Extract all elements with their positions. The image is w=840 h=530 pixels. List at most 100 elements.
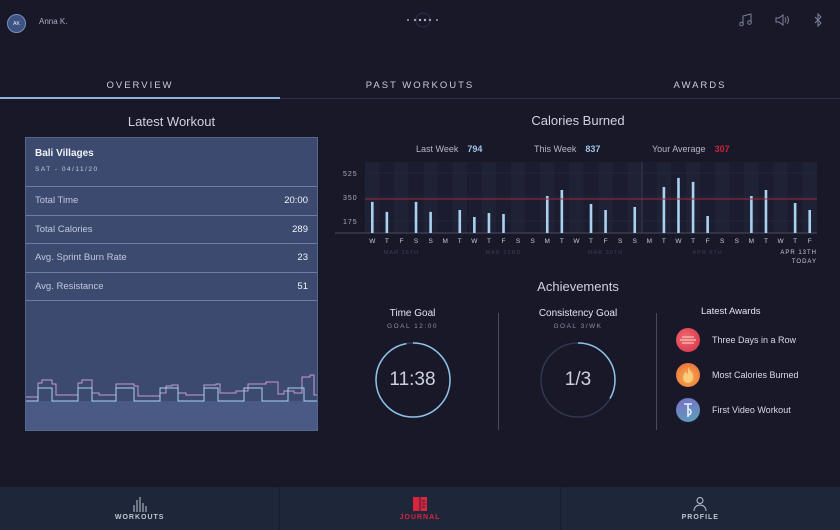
user-name: Anna K. — [39, 17, 68, 26]
chart-column-bg — [729, 162, 745, 233]
average-label: Your Average — [652, 144, 706, 154]
x-tick-label: F — [399, 238, 403, 245]
calorie-bar — [604, 209, 607, 233]
nav-label: PROFILE — [681, 514, 719, 521]
y-tick-label: 350 — [343, 195, 358, 202]
flame-award-icon — [676, 363, 700, 387]
calorie-bar — [429, 211, 432, 233]
calorie-bar — [662, 186, 666, 233]
stat-label: Total Calories — [35, 223, 93, 235]
calories-chart: 175 350 525 W T F S S M T W T F S S M T W T F S S M T W T F S S M T W T F… — [335, 162, 817, 265]
nav-label: JOURNAL — [399, 514, 441, 521]
x-tick-label: S — [735, 238, 740, 245]
calorie-bar — [502, 213, 505, 233]
nav-label: WORKOUTS — [114, 514, 165, 521]
last-week-stat: Last Week 794 — [416, 144, 482, 154]
bluetooth-icon[interactable] — [810, 12, 826, 28]
achievements-title: Achievements — [537, 279, 619, 294]
stat-row-resistance: Avg. Resistance 51 — [26, 273, 317, 301]
profile-icon — [693, 497, 707, 512]
average-value: 307 — [714, 144, 730, 154]
y-tick-label: 175 — [343, 219, 358, 226]
calorie-bar — [487, 212, 491, 233]
x-tick-label: T — [793, 238, 797, 245]
last-week-label: Last Week — [416, 144, 459, 154]
video-award-icon — [676, 398, 700, 422]
x-tick-label: W — [369, 238, 376, 245]
end-date-label: APR 13TH — [780, 250, 817, 256]
tab-past-workouts[interactable]: PAST WORKOUTS — [280, 72, 560, 98]
calorie-bar — [706, 216, 709, 233]
x-tick-label: F — [502, 238, 506, 245]
stat-value: 20:00 — [284, 195, 308, 207]
stat-row-total-time: Total Time 20:00 — [26, 187, 317, 216]
time-goal-value: 11:38 — [389, 369, 436, 390]
x-tick-label: M — [545, 238, 550, 245]
x-tick-label: S — [633, 238, 638, 245]
calorie-bar — [414, 201, 418, 233]
x-tick-label: T — [589, 238, 593, 245]
chart-column-bg — [642, 162, 657, 233]
nav-workouts[interactable]: WORKOUTS — [0, 487, 281, 530]
divider — [656, 313, 657, 430]
this-week-value: 837 — [585, 144, 601, 154]
calorie-bar — [808, 209, 812, 233]
top-bar: AK Anna K. — [0, 0, 840, 48]
tab-overview[interactable]: OVERVIEW — [0, 72, 280, 99]
x-tick-label: T — [458, 238, 462, 245]
chart-column-bg — [714, 162, 730, 233]
x-tick-label: M — [442, 238, 447, 245]
calorie-bar — [545, 195, 549, 233]
bottom-nav: WORKOUTS JOURNAL PROFILE — [0, 487, 840, 530]
x-tick-label: W — [573, 238, 580, 245]
calorie-bar — [793, 202, 797, 233]
award-label: Most Calories Burned — [712, 370, 799, 380]
x-tick-label: T — [662, 238, 666, 245]
consistency-goal[interactable]: Consistency Goal GOAL 3/WK 1/3 — [533, 308, 623, 420]
journal-icon — [412, 497, 427, 511]
x-tick-label: T — [385, 238, 389, 245]
stat-value: 51 — [297, 280, 308, 292]
music-icon[interactable] — [738, 12, 754, 28]
x-tick-label: F — [604, 238, 608, 245]
volume-icon[interactable] — [774, 12, 790, 28]
y-tick-label: 525 — [343, 171, 358, 178]
x-tick-label: S — [531, 238, 536, 245]
calories-burned-title: Calories Burned — [531, 113, 625, 128]
workouts-icon — [133, 497, 147, 512]
stat-row-total-calories: Total Calories 289 — [26, 216, 317, 244]
last-week-value: 794 — [467, 144, 483, 154]
x-tick-label: S — [516, 238, 521, 245]
chart-column-bg — [773, 162, 788, 233]
time-goal[interactable]: Time Goal GOAL 12:00 11:38 — [370, 308, 455, 420]
x-tick-label: W — [777, 238, 784, 245]
award-item[interactable]: First Video Workout — [676, 398, 836, 422]
calorie-bar — [589, 203, 593, 233]
this-week-stat: This Week 837 — [534, 144, 600, 154]
workout-intensity-graph — [26, 374, 317, 430]
consistency-goal-value: 1/3 — [564, 369, 592, 390]
week-label: MAR 16TH — [384, 250, 419, 256]
stat-row-sprint-burn-rate: Avg. Sprint Burn Rate 23 — [26, 244, 317, 273]
week-label: APR 6TH — [693, 250, 723, 256]
x-tick-label: F — [706, 238, 710, 245]
award-item[interactable]: Most Calories Burned — [676, 363, 836, 387]
workout-name: Bali Villages — [35, 148, 94, 159]
time-goal-title: Time Goal — [389, 308, 436, 319]
x-tick-label: M — [749, 238, 754, 245]
nav-journal[interactable]: JOURNAL — [280, 487, 561, 530]
latest-workout-card[interactable]: Bali Villages SAT - 04/11/20 Total Time … — [25, 137, 318, 431]
week-label: MAR 23RD — [486, 250, 522, 256]
time-goal-ring: 11:38 — [373, 340, 453, 420]
calorie-bar — [560, 189, 564, 233]
award-item[interactable]: Three Days in a Row — [676, 328, 836, 352]
x-tick-label: M — [647, 238, 652, 245]
nav-profile[interactable]: PROFILE — [561, 487, 840, 530]
stat-label: Total Time — [35, 195, 79, 207]
calorie-bar — [691, 181, 695, 233]
tab-awards[interactable]: AWARDS — [560, 72, 840, 98]
average-stat: Your Average 307 — [652, 144, 730, 154]
x-tick-label: W — [471, 238, 478, 245]
stat-label: Avg. Sprint Burn Rate — [35, 252, 127, 264]
avatar[interactable]: AK — [7, 14, 26, 33]
